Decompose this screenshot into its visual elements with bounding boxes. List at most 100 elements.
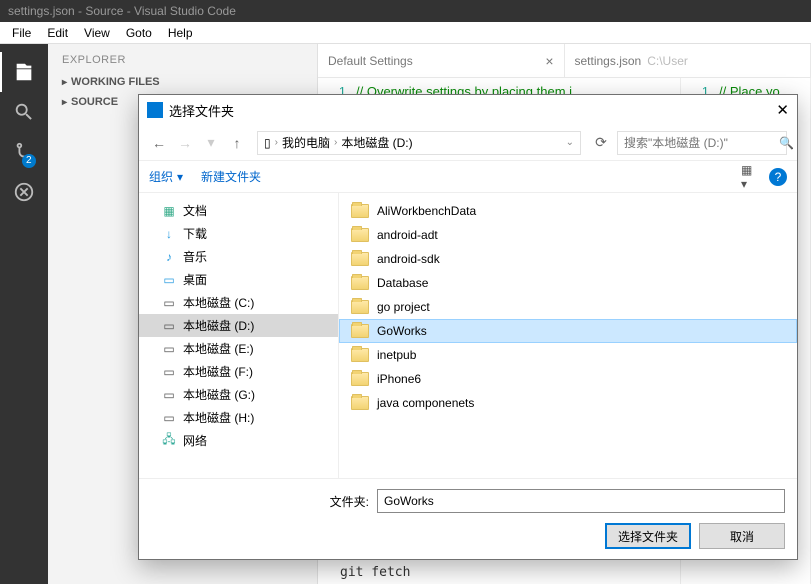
tabs-row: Default Settings × settings.json C:\User (318, 44, 811, 78)
tree-item-label: 本地磁盘 (C:) (183, 294, 254, 311)
drive-icon: ▭ (161, 342, 177, 356)
scm-icon[interactable]: 2 (0, 132, 48, 172)
folder-icon (351, 276, 369, 290)
folder-icon (351, 348, 369, 362)
drive-icon: ▭ (161, 365, 177, 379)
up-icon[interactable]: ↑ (227, 133, 247, 153)
folder-picker-dialog: 选择文件夹 ✕ ← → ▾ ↑ ▯ › 我的电脑 › 本地磁盘 (D:) ⌄ ⟳… (138, 94, 798, 560)
crumb-drive[interactable]: 本地磁盘 (D:) (341, 134, 412, 151)
tree-item-label: 桌面 (183, 271, 207, 288)
back-icon[interactable]: ← (149, 133, 169, 153)
folder-icon (351, 396, 369, 410)
folder-item[interactable]: AliWorkbenchData (339, 199, 797, 223)
chevron-right-icon: › (334, 137, 337, 148)
tab-settings-json[interactable]: settings.json C:\User (565, 44, 811, 77)
help-icon[interactable]: ? (769, 168, 787, 186)
tree-item[interactable]: ▭ 桌面 (139, 268, 338, 291)
drive-icon: ▭ (161, 296, 177, 310)
folder-item[interactable]: iPhone6 (339, 367, 797, 391)
folder-icon (351, 228, 369, 242)
folder-label: AliWorkbenchData (377, 204, 476, 218)
filename-label: 文件夹: (321, 493, 369, 510)
folder-item[interactable]: java componenets (339, 391, 797, 415)
menu-help[interactable]: Help (160, 24, 201, 42)
dialog-nav: ← → ▾ ↑ ▯ › 我的电脑 › 本地磁盘 (D:) ⌄ ⟳ 🔍 (139, 125, 797, 161)
tab-label: settings.json (575, 54, 642, 68)
tree-item-label: 文档 (183, 202, 207, 219)
folder-icon (351, 324, 369, 338)
menu-file[interactable]: File (4, 24, 39, 42)
search-field[interactable]: 🔍 (617, 131, 787, 155)
tree-item-label: 音乐 (183, 248, 207, 265)
close-icon[interactable]: ✕ (776, 101, 789, 119)
tree-item-label: 本地磁盘 (F:) (183, 363, 253, 380)
new-folder-button[interactable]: 新建文件夹 (201, 168, 261, 185)
close-icon[interactable]: × (545, 53, 553, 69)
desk-icon: ▭ (161, 273, 177, 287)
terminal-text: git fetch (340, 565, 410, 580)
menu-view[interactable]: View (76, 24, 118, 42)
tree-item[interactable]: ▭ 本地磁盘 (F:) (139, 360, 338, 383)
folder-item[interactable]: inetpub (339, 343, 797, 367)
doc-icon: ▦ (161, 204, 177, 218)
explorer-icon[interactable] (0, 52, 48, 92)
forward-icon[interactable]: → (175, 133, 195, 153)
tree-item-label: 下载 (183, 225, 207, 242)
tab-default-settings[interactable]: Default Settings × (318, 44, 565, 77)
folder-label: GoWorks (377, 324, 427, 338)
folder-item[interactable]: android-adt (339, 223, 797, 247)
activitybar: 2 (0, 44, 48, 584)
sidebar-title: EXPLORER (48, 44, 317, 72)
tree-item-label: 本地磁盘 (D:) (183, 317, 254, 334)
search-icon[interactable]: 🔍 (779, 136, 794, 150)
chevron-down-icon[interactable]: ⌄ (566, 137, 574, 148)
tree-item[interactable]: ↓下载 (139, 222, 338, 245)
refresh-icon[interactable]: ⟳ (591, 133, 611, 153)
dialog-toolbar: 组织 ▾ 新建文件夹 ▦ ▾ ? (139, 161, 797, 193)
tree-item-label: 本地磁盘 (E:) (183, 340, 254, 357)
button-row: 选择文件夹 取消 (151, 523, 785, 549)
tree-item[interactable]: ▦ 文档 (139, 199, 338, 222)
tree-item[interactable]: ▭ 本地磁盘 (G:) (139, 383, 338, 406)
tree-item[interactable]: ▭ 本地磁盘 (H:) (139, 406, 338, 429)
crumb-computer[interactable]: 我的电脑 (282, 134, 330, 151)
folder-label: go project (377, 300, 430, 314)
tree-item[interactable]: ▭ 本地磁盘 (C:) (139, 291, 338, 314)
organize-button[interactable]: 组织 ▾ (149, 168, 183, 185)
search-input[interactable] (624, 136, 779, 150)
tree-item-label: 网络 (183, 432, 207, 449)
folder-label: Database (377, 276, 428, 290)
tree-item[interactable]: ♪音乐 (139, 245, 338, 268)
filename-input[interactable] (377, 489, 785, 513)
tree-item[interactable]: 🖧网络 (139, 429, 338, 452)
sidebar-working-files[interactable]: WORKING FILES (48, 72, 317, 92)
tree-item[interactable]: ▭本地磁盘 (D:) (139, 314, 338, 337)
folder-item[interactable]: android-sdk (339, 247, 797, 271)
tree-item-label: 本地磁盘 (G:) (183, 386, 255, 403)
tree-item-label: 本地磁盘 (H:) (183, 409, 254, 426)
drive-icon: ▭ (161, 411, 177, 425)
chevron-right-icon: › (275, 137, 278, 148)
cancel-button[interactable]: 取消 (699, 523, 785, 549)
debug-icon[interactable] (0, 172, 48, 212)
folder-label: inetpub (377, 348, 416, 362)
menu-edit[interactable]: Edit (39, 24, 76, 42)
breadcrumb[interactable]: ▯ › 我的电脑 › 本地磁盘 (D:) ⌄ (257, 131, 581, 155)
folder-item[interactable]: Database (339, 271, 797, 295)
search-icon[interactable] (0, 92, 48, 132)
tree-item[interactable]: ▭ 本地磁盘 (E:) (139, 337, 338, 360)
folder-label: android-sdk (377, 252, 440, 266)
nav-tree: ▦文档↓下载♪音乐▭桌面▭本地磁盘 (C:)▭本地磁盘 (D:)▭本地磁盘 (E… (139, 193, 339, 478)
dialog-body: ▦文档↓下载♪音乐▭桌面▭本地磁盘 (C:)▭本地磁盘 (D:)▭本地磁盘 (E… (139, 193, 797, 478)
select-folder-button[interactable]: 选择文件夹 (605, 523, 691, 549)
drive-icon: ▭ (161, 388, 177, 402)
folder-item[interactable]: GoWorks (339, 319, 797, 343)
recent-icon[interactable]: ▾ (201, 133, 221, 153)
dialog-titlebar: 选择文件夹 ✕ (139, 95, 797, 125)
folder-icon (351, 204, 369, 218)
dialog-footer: 文件夹: 选择文件夹 取消 (139, 478, 797, 559)
menu-goto[interactable]: Goto (118, 24, 160, 42)
view-mode-icon[interactable]: ▦ ▾ (741, 167, 761, 187)
folder-item[interactable]: go project (339, 295, 797, 319)
window-title: settings.json - Source - Visual Studio C… (8, 4, 236, 18)
